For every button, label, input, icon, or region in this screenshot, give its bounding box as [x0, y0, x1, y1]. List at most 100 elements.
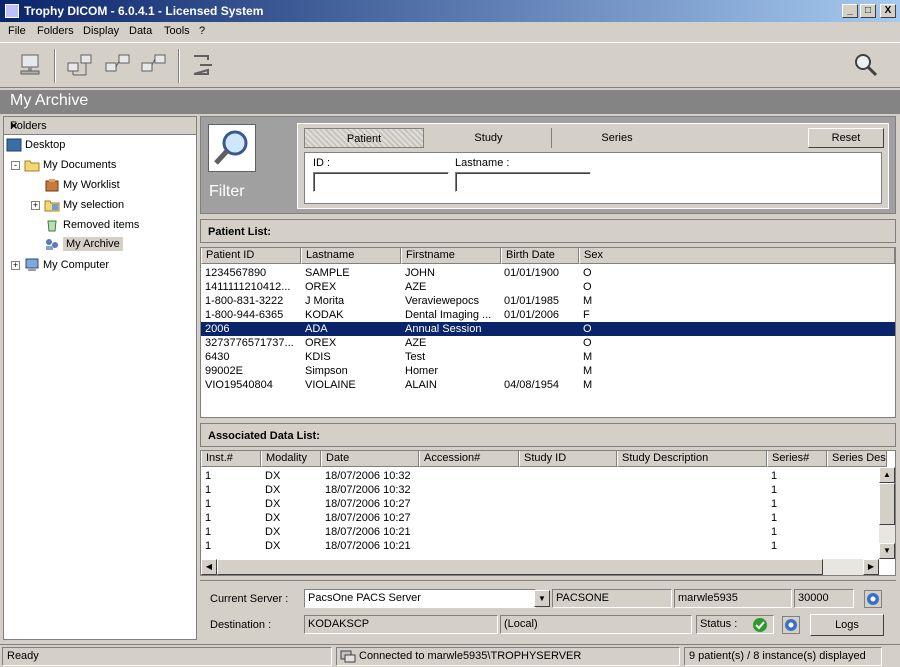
server-settings-icon[interactable] [864, 590, 882, 608]
menu-file[interactable]: File [8, 25, 26, 37]
chevron-down-icon[interactable]: ▼ [534, 590, 550, 607]
column-header[interactable]: Birth Date [501, 248, 579, 264]
tab-study[interactable]: Study [426, 128, 552, 148]
table-cell: OREX [305, 337, 337, 349]
search-icon[interactable] [852, 51, 880, 79]
menu-tools[interactable]: Tools [164, 25, 190, 37]
column-header[interactable]: Series Des [827, 451, 887, 467]
column-header[interactable]: Study Description [617, 451, 767, 467]
id-input[interactable] [313, 172, 449, 192]
tree-item-my-selection[interactable]: My selection [44, 198, 124, 212]
table-cell: 1 [771, 526, 778, 538]
status-connection: Connected to marwle5935\TROPHYSERVER [336, 647, 680, 666]
column-header[interactable]: Series# [767, 451, 827, 467]
column-header[interactable]: Study ID [519, 451, 617, 467]
expander[interactable]: - [11, 161, 20, 170]
table-cell: Test [405, 351, 426, 363]
tree-item-my-computer[interactable]: My Computer [24, 258, 109, 272]
table-cell: 18/07/2006 10:27 [325, 512, 411, 524]
horizontal-scroll-thumb[interactable] [217, 559, 823, 575]
table-row[interactable]: 1411111210412... OREX AZE O [201, 280, 895, 294]
menu-folders[interactable]: Folders [37, 25, 74, 37]
expander[interactable]: + [31, 201, 40, 210]
table-row[interactable]: 6430 KDIS Test M [201, 350, 895, 364]
exit-icon[interactable] [188, 51, 216, 79]
lastname-input[interactable] [455, 172, 591, 192]
column-header[interactable]: Firstname [401, 248, 501, 264]
tree-item-my-archive[interactable]: My Archive [44, 236, 123, 251]
local-station-icon[interactable] [16, 51, 44, 79]
table-cell: J Morita [305, 295, 345, 307]
table-cell: KODAK [305, 309, 344, 321]
selection-icon [44, 200, 60, 212]
column-header[interactable]: Date [321, 451, 419, 467]
tree-item-my-worklist[interactable]: My Worklist [44, 178, 120, 192]
tree-item-desktop[interactable]: Desktop [6, 138, 65, 152]
scroll-left-button[interactable]: ◀ [201, 559, 217, 575]
close-button[interactable]: X [880, 4, 896, 18]
table-cell: ADA [305, 323, 328, 335]
status-ok-icon [753, 618, 767, 632]
table-cell: Homer [405, 365, 439, 377]
patient-list-title: Patient List: [208, 226, 271, 238]
column-header[interactable]: Accession# [419, 451, 519, 467]
destination-location-field: (Local) [500, 615, 692, 634]
table-row[interactable]: 1 DX 18/07/2006 10:32 1 [201, 483, 877, 497]
table-cell: 3273776571737... [205, 337, 294, 349]
table-cell: 1-800-944-6365 [205, 309, 284, 321]
menu-display[interactable]: Display [83, 25, 119, 37]
logs-button[interactable]: Logs [810, 614, 884, 636]
scroll-down-button[interactable]: ▼ [879, 543, 895, 559]
destination-settings-icon[interactable] [782, 616, 800, 634]
filter-icon-box[interactable] [208, 124, 256, 172]
minimize-button[interactable]: _ [842, 4, 858, 18]
column-header[interactable]: Lastname [301, 248, 401, 264]
destination-label: Destination : [210, 619, 272, 631]
table-row[interactable]: 1 DX 18/07/2006 10:27 1 [201, 511, 877, 525]
table-cell: M [583, 365, 593, 377]
scroll-up-button[interactable]: ▲ [879, 467, 895, 483]
menu-help[interactable]: ? [199, 25, 205, 37]
status-bar: Ready Connected to marwle5935\TROPHYSERV… [0, 644, 900, 667]
status-ready: Ready [2, 647, 332, 666]
app-icon [5, 4, 19, 18]
tab-patient[interactable]: Patient [304, 128, 424, 148]
vertical-scroll-thumb[interactable] [879, 483, 895, 525]
maximize-button[interactable]: □ [860, 4, 876, 18]
tree-item-my-documents[interactable]: My Documents [24, 158, 116, 172]
table-row[interactable]: 1 DX 18/07/2006 10:21 1 [201, 539, 877, 553]
filter-panel: Filter Patient Study Series Reset ID : L… [200, 116, 896, 214]
table-row[interactable]: 99002E Simpson Homer M [201, 364, 895, 378]
table-row[interactable]: 1 DX 18/07/2006 10:32 1 [201, 469, 877, 483]
table-row[interactable]: 2006 ADA Annual Session O [201, 322, 895, 336]
table-cell: KDIS [305, 351, 331, 363]
desktop-icon [6, 138, 22, 152]
table-row[interactable]: 1234567890 SAMPLE JOHN 01/01/1900 O [201, 266, 895, 280]
tree-item-removed-items[interactable]: Removed items [44, 218, 139, 232]
table-row[interactable]: 1 DX 18/07/2006 10:21 1 [201, 525, 877, 539]
column-header[interactable]: Modality [261, 451, 321, 467]
table-row[interactable]: 1-800-831-3222 J Morita Veraviewepocs 01/01… [201, 294, 895, 308]
current-server-label: Current Server : [210, 593, 289, 605]
current-server-select[interactable]: PacsOne PACS Server [304, 589, 536, 608]
archive-header: My Archive [0, 90, 900, 114]
network-send-icon[interactable] [140, 51, 168, 79]
network-query-icon[interactable] [104, 51, 132, 79]
folders-header: Folders × [4, 117, 196, 135]
column-header[interactable]: Patient ID [201, 248, 301, 264]
table-row[interactable]: 1-800-944-6365 KODAK Dental Imaging ... 01/… [201, 308, 895, 322]
expander[interactable]: + [11, 261, 20, 270]
scroll-right-button[interactable]: ▶ [863, 559, 879, 575]
table-row[interactable]: 1 DX 18/07/2006 10:27 1 [201, 497, 877, 511]
menu-data[interactable]: Data [129, 25, 152, 37]
status-label: Status : [700, 618, 738, 630]
close-icon[interactable]: × [10, 118, 190, 133]
page-title: My Archive [10, 92, 89, 109]
column-header[interactable]: Sex [579, 248, 895, 264]
column-header[interactable]: Inst.# [201, 451, 261, 467]
tab-series[interactable]: Series [554, 128, 680, 148]
reset-button[interactable]: Reset [808, 128, 884, 148]
table-row[interactable]: VIO19540804 VIOLAINE ALAIN 04/08/1954 M [201, 378, 895, 392]
network-station-icon[interactable] [66, 51, 94, 79]
table-row[interactable]: 3273776571737... OREX AZE O [201, 336, 895, 350]
